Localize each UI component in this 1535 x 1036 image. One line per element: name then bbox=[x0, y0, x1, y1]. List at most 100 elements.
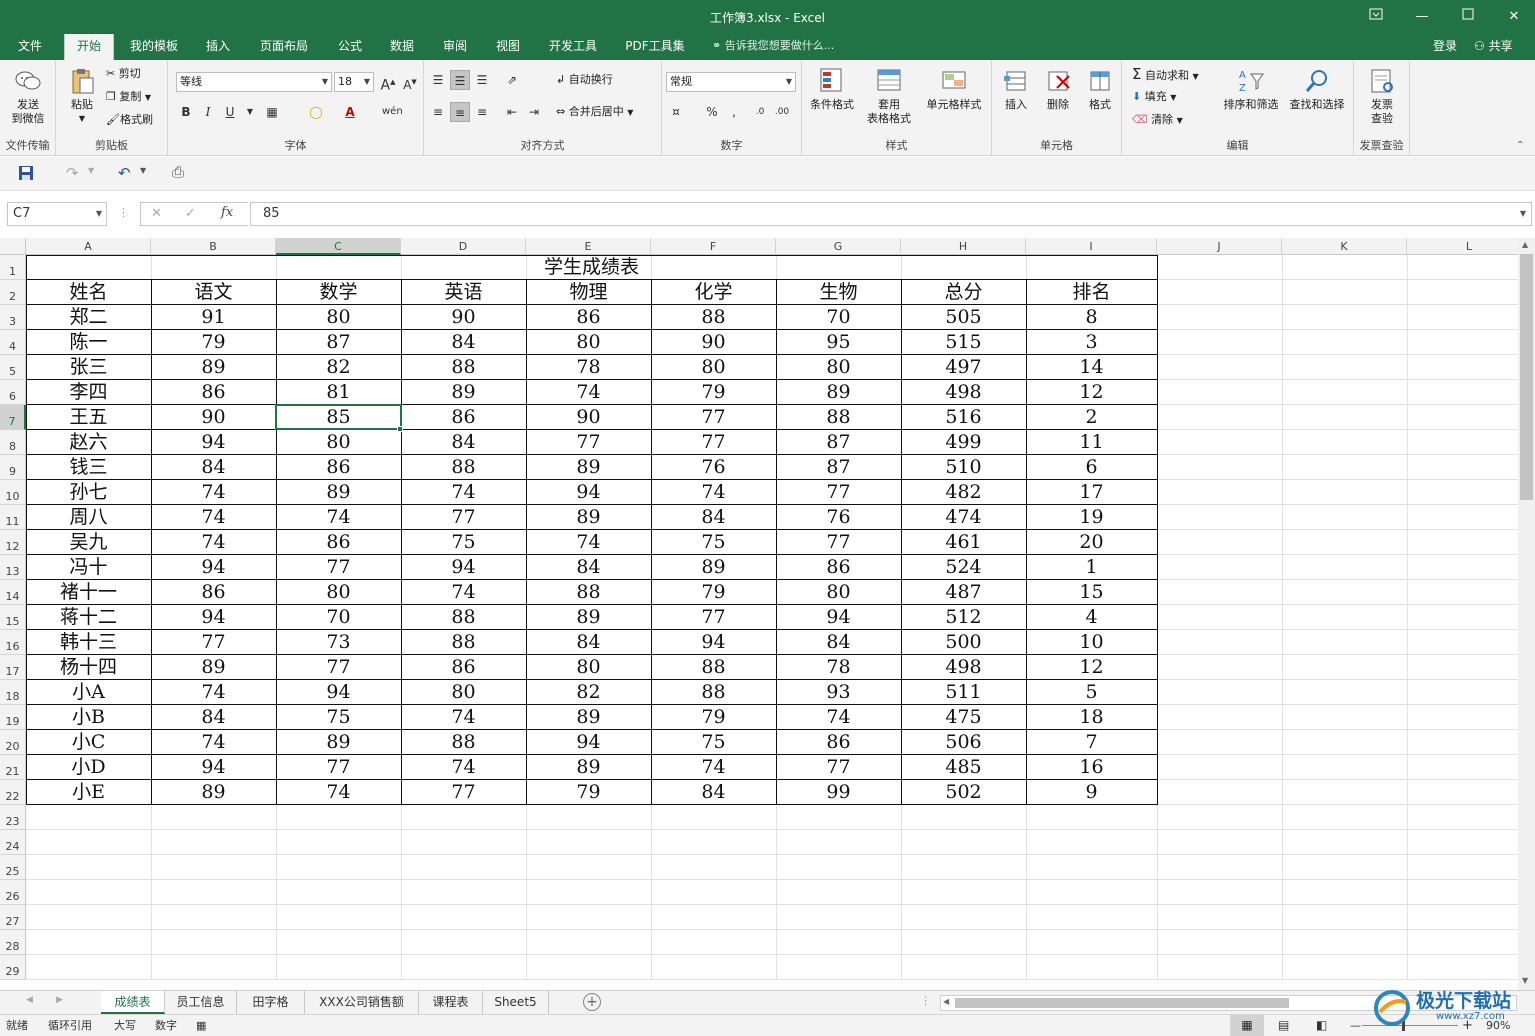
score-cell[interactable]: 80 bbox=[776, 580, 901, 605]
score-cell[interactable]: 89 bbox=[151, 655, 276, 680]
score-cell[interactable]: 86 bbox=[401, 655, 526, 680]
score-cell[interactable]: 94 bbox=[401, 555, 526, 580]
font-name-combo[interactable]: 等线 ▼ bbox=[176, 72, 332, 92]
score-cell[interactable]: 80 bbox=[276, 430, 401, 455]
name-cell[interactable]: 张三 bbox=[26, 355, 151, 380]
score-cell[interactable]: 500 bbox=[901, 630, 1026, 655]
score-cell[interactable]: 75 bbox=[276, 705, 401, 730]
score-cell[interactable]: 82 bbox=[276, 355, 401, 380]
score-cell[interactable]: 12 bbox=[1026, 655, 1157, 680]
score-cell[interactable]: 77 bbox=[651, 430, 776, 455]
enter-check-icon[interactable]: ✓ bbox=[185, 206, 196, 221]
formula-input[interactable]: 85 ▼ bbox=[250, 202, 1532, 226]
page-break-view-icon[interactable]: ◧ bbox=[1316, 1015, 1327, 1036]
score-cell[interactable]: 94 bbox=[651, 630, 776, 655]
score-cell[interactable]: 86 bbox=[276, 530, 401, 555]
row-header-23[interactable]: 23 bbox=[0, 805, 26, 830]
row-header-20[interactable]: 20 bbox=[0, 730, 26, 755]
borders-icon[interactable]: ▦ bbox=[262, 102, 282, 122]
score-cell[interactable]: 499 bbox=[901, 430, 1026, 455]
score-cell[interactable]: 94 bbox=[276, 680, 401, 705]
score-cell[interactable]: 74 bbox=[401, 480, 526, 505]
name-cell[interactable]: 吴九 bbox=[26, 530, 151, 555]
score-cell[interactable]: 79 bbox=[651, 380, 776, 405]
score-cell[interactable]: 84 bbox=[776, 630, 901, 655]
header-cell[interactable]: 生物 bbox=[776, 280, 901, 305]
score-cell[interactable]: 4 bbox=[1026, 605, 1157, 630]
score-cell[interactable]: 516 bbox=[901, 405, 1026, 430]
score-cell[interactable]: 515 bbox=[901, 330, 1026, 355]
score-cell[interactable]: 74 bbox=[151, 505, 276, 530]
score-cell[interactable]: 498 bbox=[901, 380, 1026, 405]
column-header-a[interactable]: A bbox=[26, 238, 151, 255]
row-header-13[interactable]: 13 bbox=[0, 555, 26, 580]
worksheet-grid[interactable]: ABCDEFGHIJKL 1 2 3 4 5 6 7 8 9 10 11 12 13 14 15 16 17 18… bbox=[0, 238, 1518, 990]
score-cell[interactable]: 18 bbox=[1026, 705, 1157, 730]
score-cell[interactable]: 14 bbox=[1026, 355, 1157, 380]
score-cell[interactable]: 75 bbox=[651, 530, 776, 555]
header-cell[interactable]: 姓名 bbox=[26, 280, 151, 305]
score-cell[interactable]: 89 bbox=[276, 480, 401, 505]
sheet-tab-scores[interactable]: 成绩表 bbox=[101, 991, 165, 1014]
cell-styles-button[interactable]: 单元格样式 bbox=[920, 66, 988, 112]
normal-view-icon[interactable]: ▦ bbox=[1230, 1015, 1264, 1036]
score-cell[interactable]: 3 bbox=[1026, 330, 1157, 355]
cut-button[interactable]: ✂ 剪切 bbox=[106, 64, 141, 84]
score-cell[interactable]: 8 bbox=[1026, 305, 1157, 330]
score-cell[interactable]: 74 bbox=[526, 380, 651, 405]
score-cell[interactable]: 87 bbox=[776, 430, 901, 455]
name-cell[interactable]: 褚十一 bbox=[26, 580, 151, 605]
score-cell[interactable]: 485 bbox=[901, 755, 1026, 780]
score-cell[interactable]: 88 bbox=[651, 680, 776, 705]
score-cell[interactable]: 80 bbox=[401, 680, 526, 705]
column-header-j[interactable]: J bbox=[1157, 238, 1282, 255]
score-cell[interactable]: 498 bbox=[901, 655, 1026, 680]
score-cell[interactable]: 12 bbox=[1026, 380, 1157, 405]
minimize-icon[interactable]: — bbox=[1399, 4, 1445, 30]
score-cell[interactable]: 89 bbox=[276, 730, 401, 755]
increase-decimal-icon[interactable]: .0 bbox=[750, 102, 770, 122]
name-cell[interactable]: 李四 bbox=[26, 380, 151, 405]
score-cell[interactable]: 86 bbox=[151, 380, 276, 405]
sheet-tab-schedule[interactable]: 课程表 bbox=[419, 991, 483, 1014]
percent-icon[interactable]: % bbox=[702, 102, 722, 122]
score-cell[interactable]: 11 bbox=[1026, 430, 1157, 455]
fill-button[interactable]: ⬇ 填充 ▼ bbox=[1132, 87, 1176, 107]
macro-record-icon[interactable]: ▦ bbox=[196, 1015, 206, 1036]
score-cell[interactable]: 6 bbox=[1026, 455, 1157, 480]
name-cell[interactable]: 赵六 bbox=[26, 430, 151, 455]
align-center-icon[interactable]: ≡ bbox=[450, 102, 470, 122]
score-cell[interactable]: 2 bbox=[1026, 405, 1157, 430]
row-header-25[interactable]: 25 bbox=[0, 855, 26, 880]
copy-button[interactable]: ❐ 复制 ▼ bbox=[106, 87, 151, 107]
score-cell[interactable]: 89 bbox=[651, 555, 776, 580]
header-cell[interactable]: 排名 bbox=[1026, 280, 1157, 305]
align-top-icon[interactable]: ☰ bbox=[428, 70, 448, 90]
tab-split-grip-icon[interactable]: ⋮ bbox=[920, 994, 931, 1007]
header-cell[interactable]: 化学 bbox=[651, 280, 776, 305]
score-cell[interactable]: 74 bbox=[401, 755, 526, 780]
score-cell[interactable]: 82 bbox=[526, 680, 651, 705]
row-header-24[interactable]: 24 bbox=[0, 830, 26, 855]
format-as-table-button[interactable]: 套用 表格格式 bbox=[860, 66, 918, 126]
column-header-d[interactable]: D bbox=[401, 238, 526, 255]
row-header-5[interactable]: 5 bbox=[0, 355, 26, 380]
tab-my-templates[interactable]: 我的模板 bbox=[122, 34, 186, 60]
score-cell[interactable]: 84 bbox=[401, 430, 526, 455]
score-cell[interactable]: 73 bbox=[276, 630, 401, 655]
row-header-3[interactable]: 3 bbox=[0, 305, 26, 330]
autosum-button[interactable]: Σ 自动求和 ▼ bbox=[1132, 64, 1199, 84]
score-cell[interactable]: 94 bbox=[151, 555, 276, 580]
column-header-l[interactable]: L bbox=[1407, 238, 1518, 255]
score-cell[interactable]: 510 bbox=[901, 455, 1026, 480]
score-cell[interactable]: 75 bbox=[651, 730, 776, 755]
score-cell[interactable]: 74 bbox=[651, 480, 776, 505]
sheet-tab-employee-info[interactable]: 员工信息 bbox=[165, 991, 237, 1014]
row-header-4[interactable]: 4 bbox=[0, 330, 26, 355]
next-sheet-icon[interactable]: ▶ bbox=[56, 995, 63, 1005]
delete-cells-button[interactable]: 删除 bbox=[1038, 66, 1078, 112]
align-middle-icon[interactable]: ☰ bbox=[450, 70, 470, 90]
name-cell[interactable]: 小D bbox=[26, 755, 151, 780]
score-cell[interactable]: 86 bbox=[526, 305, 651, 330]
vertical-scroll-thumb[interactable] bbox=[1520, 254, 1533, 500]
